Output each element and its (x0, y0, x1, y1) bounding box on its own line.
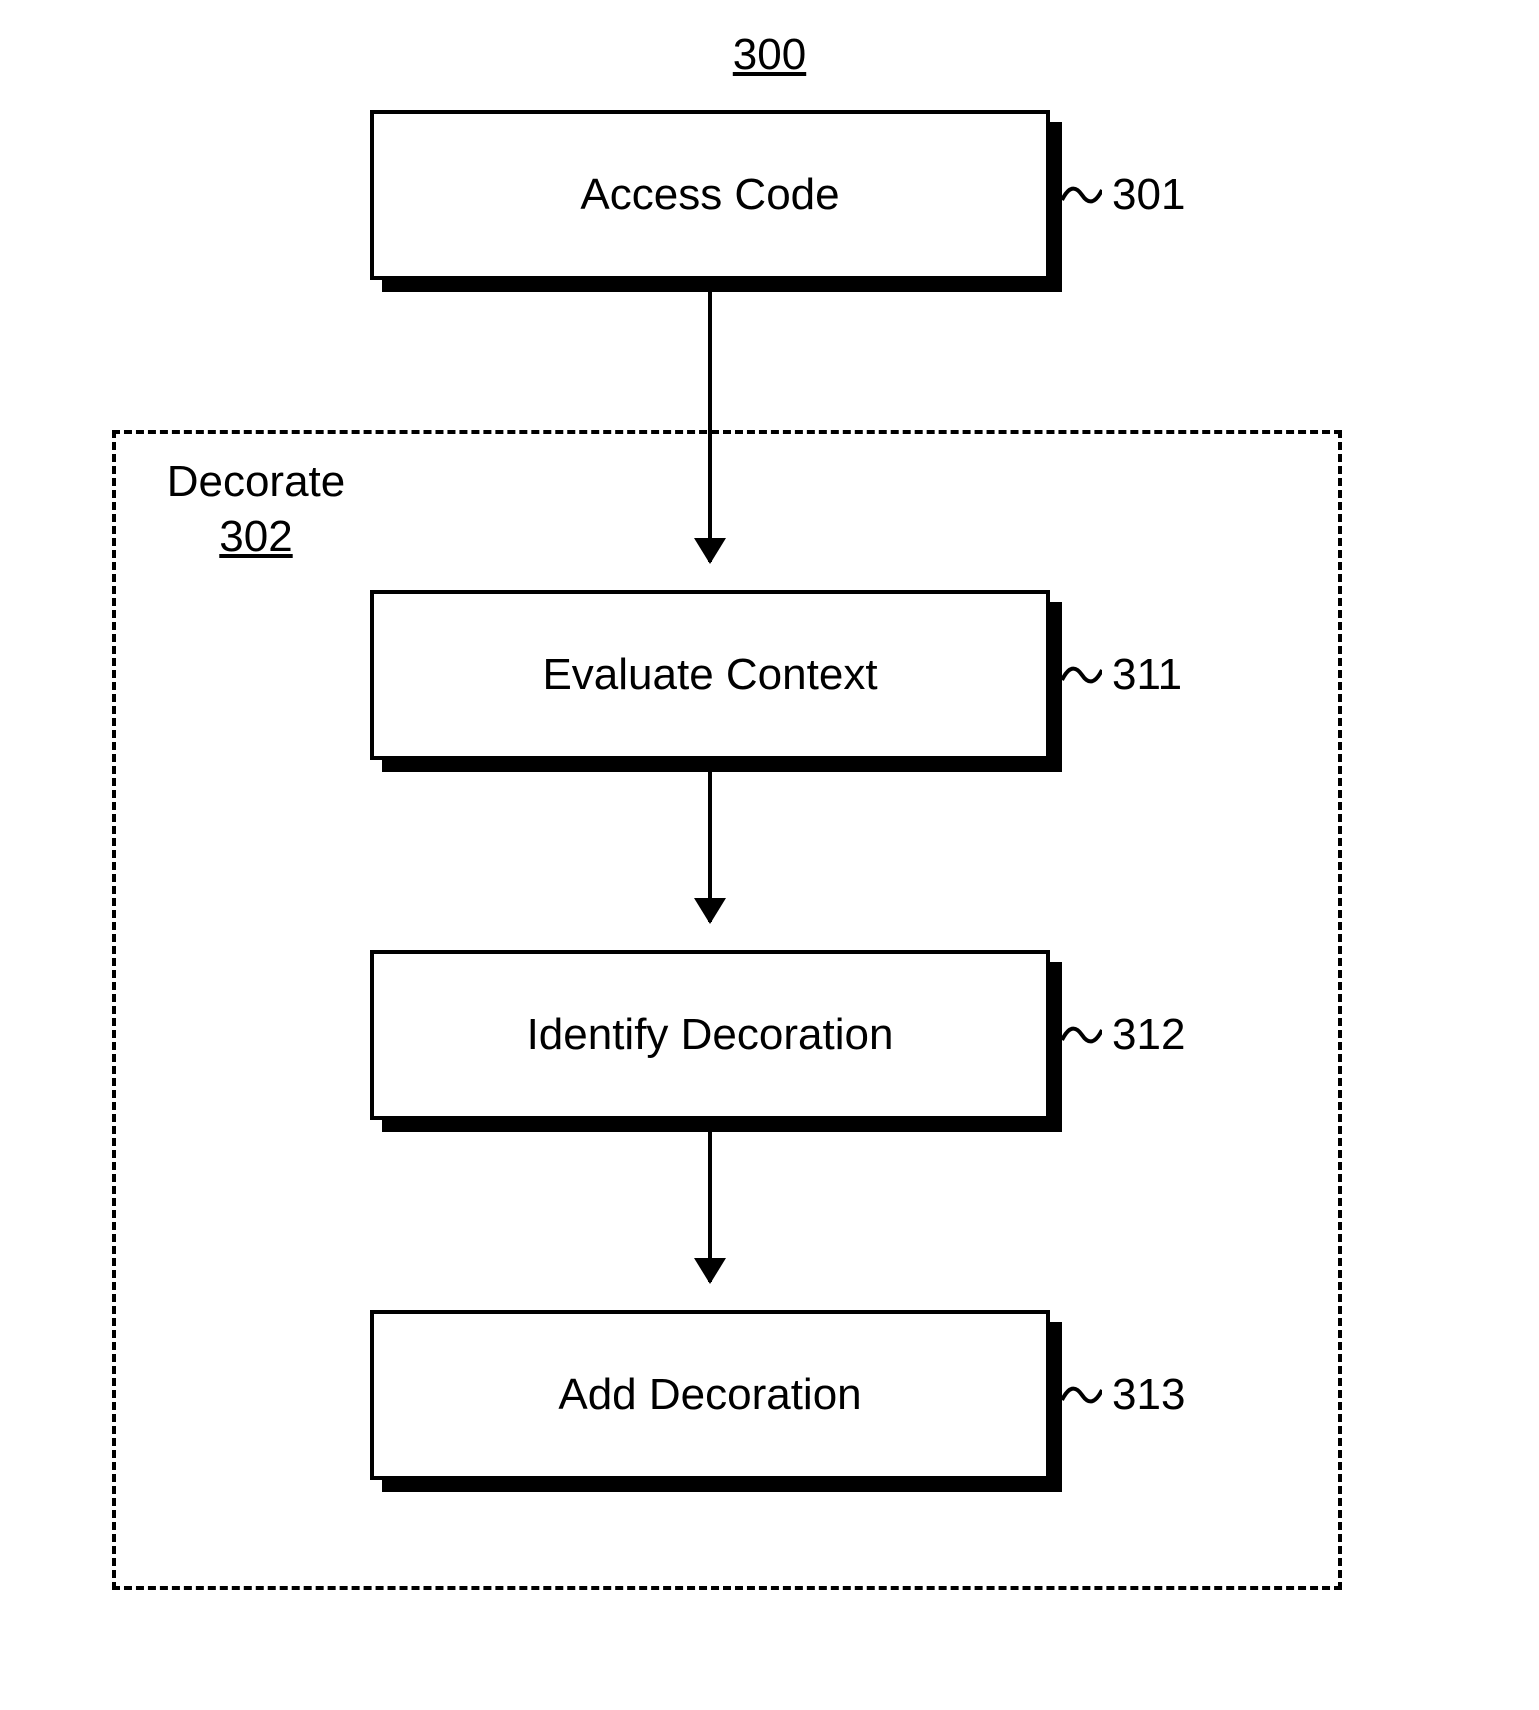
process-box-identify-decoration: Identify Decoration (370, 950, 1050, 1120)
arrow-2 (708, 772, 712, 922)
process-box-access-code: Access Code (370, 110, 1050, 280)
ref-label-313: 313 (1112, 1370, 1185, 1420)
process-box-label: Access Code (580, 170, 839, 220)
connector-squiggle (1062, 180, 1102, 210)
group-title-ref: 302 (146, 509, 366, 564)
ref-label-301: 301 (1112, 170, 1185, 220)
connector-squiggle (1062, 1020, 1102, 1050)
diagram-canvas: 300 Access Code 301 Decorate 302 Evaluat… (0, 0, 1539, 1710)
process-box-evaluate-context: Evaluate Context (370, 590, 1050, 760)
connector-squiggle (1062, 1380, 1102, 1410)
ref-label-312: 312 (1112, 1010, 1185, 1060)
ref-label-311: 311 (1112, 650, 1182, 700)
group-title: Decorate 302 (146, 454, 366, 564)
process-box-label: Add Decoration (558, 1370, 861, 1420)
process-box-label: Identify Decoration (527, 1010, 894, 1060)
figure-number: 300 (733, 30, 806, 80)
process-box-label: Evaluate Context (542, 650, 877, 700)
process-box-add-decoration: Add Decoration (370, 1310, 1050, 1480)
arrow-3 (708, 1132, 712, 1282)
group-title-text: Decorate (167, 457, 346, 506)
connector-squiggle (1062, 660, 1102, 690)
